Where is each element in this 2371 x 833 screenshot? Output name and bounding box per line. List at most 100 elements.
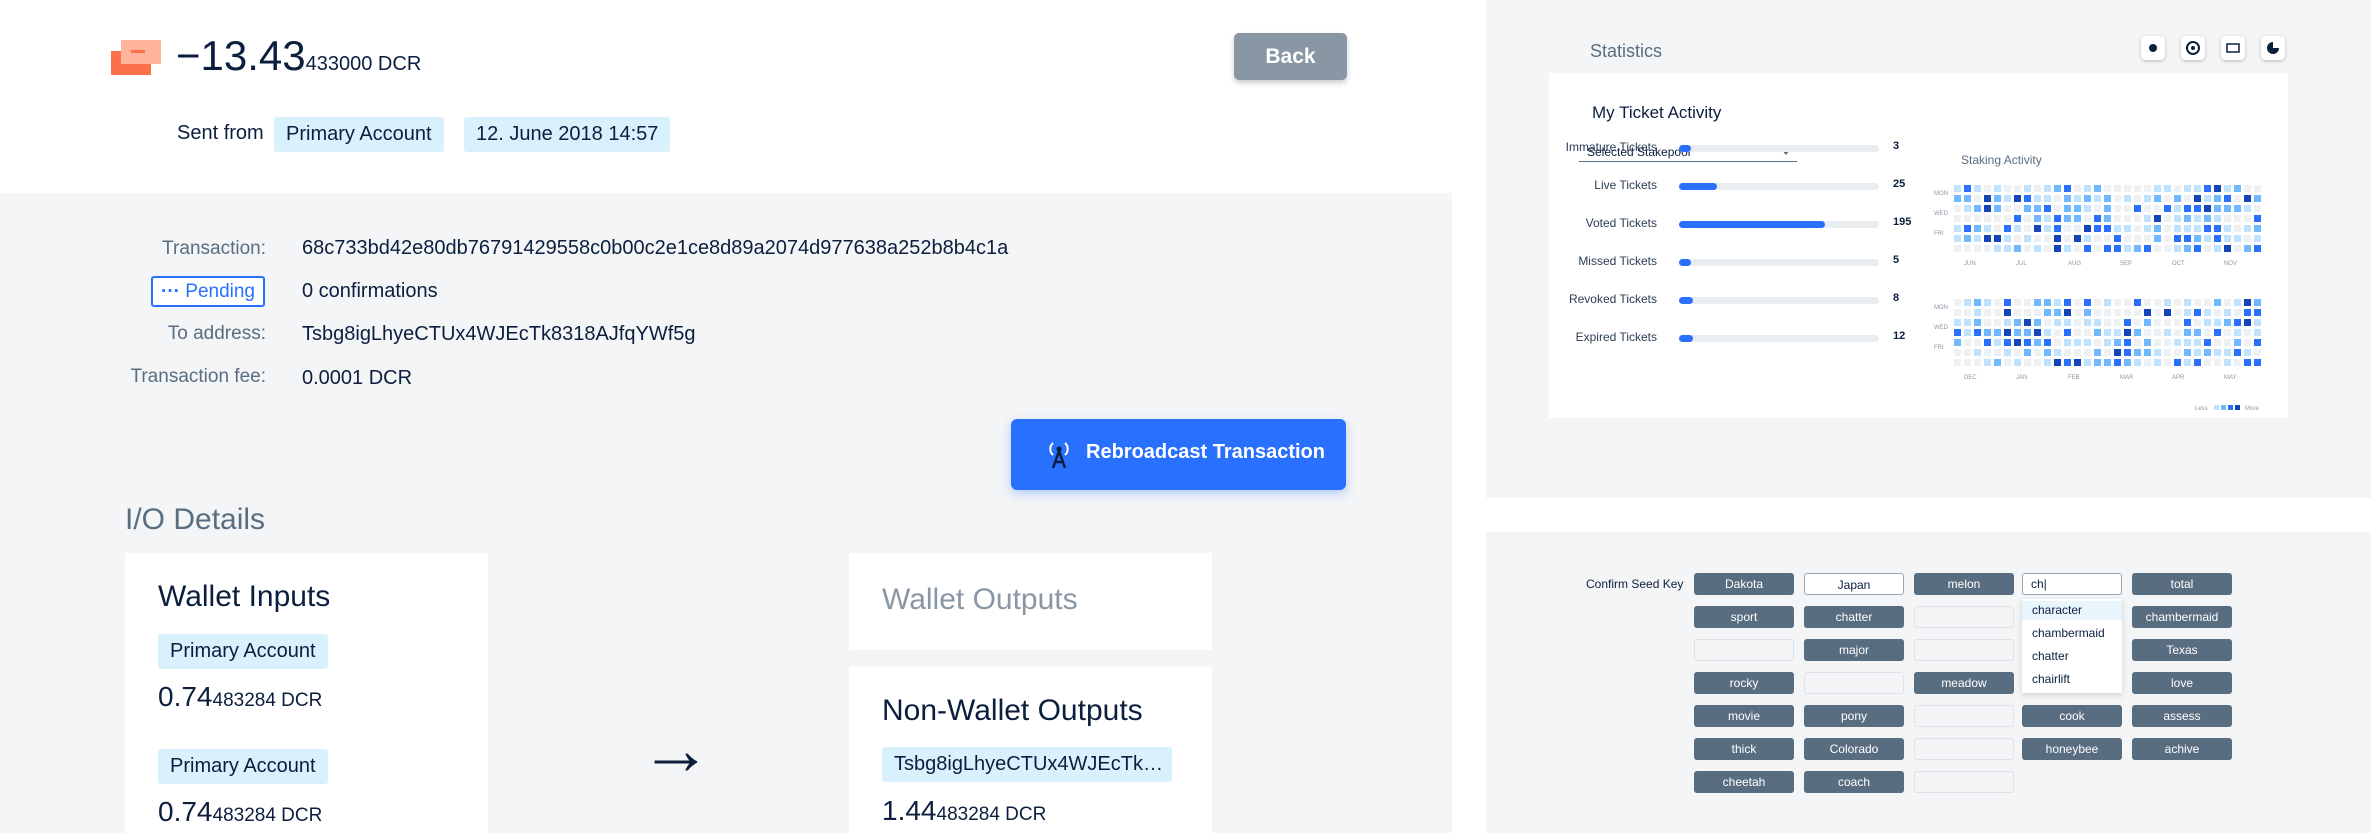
seed-word-chip[interactable]: cook (2022, 705, 2122, 727)
ticket-stat-value: 25 (1893, 178, 1906, 190)
heatmap-cell (2174, 349, 2181, 356)
heatmap-cell (2064, 349, 2071, 356)
heatmap-cell (2124, 215, 2131, 222)
seed-word-chip[interactable]: Japan (1804, 573, 1904, 595)
seed-word-chip[interactable]: thick (1694, 738, 1794, 760)
heatmap-cell (1984, 309, 1991, 316)
heatmap-cell (2254, 235, 2261, 242)
back-button[interactable]: Back (1234, 33, 1347, 80)
heatmap-month-label: JAN (2016, 375, 2027, 381)
heatmap-cell (1974, 245, 1981, 252)
dots-icon: ··· (161, 281, 180, 302)
seed-word-chip[interactable]: movie (1694, 705, 1794, 727)
seed-word-chip[interactable]: rocky (1694, 672, 1794, 694)
stakepool-icon[interactable] (2181, 36, 2205, 60)
ticket-stat-value: 12 (1893, 330, 1906, 342)
seed-word-chip[interactable]: coach (1804, 771, 1904, 793)
chart-icon[interactable] (2261, 36, 2285, 60)
seed-word-chip[interactable]: achive (2132, 738, 2232, 760)
heatmap-cell (2244, 349, 2251, 356)
ticket-stat-value: 5 (1893, 254, 1900, 266)
heatmap-cell (2104, 359, 2111, 366)
seed-word-empty-slot[interactable] (1914, 705, 2014, 727)
wallet-outputs-card: Wallet Outputs (849, 553, 1212, 650)
suggestion-item[interactable]: chairlift (2022, 670, 2122, 689)
suggestion-item[interactable]: chambermaid (2022, 624, 2122, 643)
heatmap-cell (2204, 309, 2211, 316)
heatmap-cell (2104, 329, 2111, 336)
to-address[interactable]: Tsbg8igLhyeCTUx4WJEcTk8318AJfqYWf5g (302, 323, 696, 346)
ticket-icon[interactable] (2141, 36, 2165, 60)
seed-word-chip[interactable]: pony (1804, 705, 1904, 727)
heatmap-cell (2254, 185, 2261, 192)
heatmap-cell (2174, 185, 2181, 192)
heatmap-day-label: WED (1934, 211, 1949, 217)
seed-word-chip[interactable]: Texas (2132, 639, 2232, 661)
heatmap-cell (2094, 215, 2101, 222)
seed-word-chip[interactable]: chatter (1804, 606, 1904, 628)
heatmap-cell (2154, 339, 2161, 346)
heatmap-cell (2204, 195, 2211, 202)
heatmap-cell (2054, 245, 2061, 252)
heatmap-cell (2034, 205, 2041, 212)
heatmap-cell (2174, 225, 2181, 232)
seed-word-chip[interactable]: major (1804, 639, 1904, 661)
seed-word-chip[interactable]: assess (2132, 705, 2232, 727)
seed-word-chip[interactable]: Dakota (1694, 573, 1794, 595)
seed-word-chip[interactable]: love (2132, 672, 2232, 694)
confirmations: 0 confirmations (302, 280, 438, 302)
heatmap-legend-more: More (2245, 406, 2259, 412)
heatmap-cell (2034, 329, 2041, 336)
seed-word-chip[interactable]: sport (1694, 606, 1794, 628)
heatmap-cell (2154, 225, 2161, 232)
heatmap-cell (1974, 309, 1981, 316)
heatmap-cell (1994, 359, 2001, 366)
seed-word-chip[interactable]: Colorado (1804, 738, 1904, 760)
suggestion-item[interactable]: chatter (2022, 647, 2122, 666)
heatmap-cell (2194, 309, 2201, 316)
heatmap-cell (2114, 245, 2121, 252)
heatmap-cell (2174, 359, 2181, 366)
rebroadcast-button[interactable]: Rebroadcast Transaction (1011, 419, 1346, 490)
tx-header: −13.43433000 DCR Sent from Primary Accou… (0, 0, 1452, 193)
heatmap-cell (2204, 205, 2211, 212)
heatmap-cell (2114, 319, 2121, 326)
seed-word-chip[interactable]: meadow (1914, 672, 2014, 694)
heatmap-cell (2114, 339, 2121, 346)
heatmap-cell (1984, 185, 1991, 192)
seed-word-chip[interactable]: melon (1914, 573, 2014, 595)
seed-word-input[interactable]: ch| (2022, 573, 2122, 595)
heatmap-cell (2074, 235, 2081, 242)
heatmap-cell (2084, 329, 2091, 336)
heatmap-day-label: MON (1934, 191, 1948, 197)
heatmap-cell (2014, 245, 2021, 252)
heatmap-cell (2004, 339, 2011, 346)
heatmap-cell (2224, 329, 2231, 336)
suggestion-item[interactable]: character (2022, 601, 2122, 620)
input-account-tag: Primary Account (158, 749, 328, 784)
seed-word-chip[interactable]: honeybee (2022, 738, 2122, 760)
seed-word-empty-slot[interactable] (1694, 639, 1794, 661)
heatmap-cell (2014, 359, 2021, 366)
seed-word-empty-slot[interactable] (1914, 738, 2014, 760)
seed-word-empty-slot[interactable] (1914, 771, 2014, 793)
seed-word-chip[interactable]: total (2132, 573, 2232, 595)
heatmap-cell (2024, 359, 2031, 366)
heatmap-cell (2064, 329, 2071, 336)
heatmap-day-label: FRI (1934, 345, 1944, 351)
seed-word-chip[interactable]: chambermaid (2132, 606, 2232, 628)
seed-word-empty-slot[interactable] (1914, 639, 2014, 661)
seed-word-empty-slot[interactable] (1804, 672, 1904, 694)
heatmap-cell (1964, 329, 1971, 336)
heatmap-cell (1984, 329, 1991, 336)
rebroadcast-label: Rebroadcast Transaction (1086, 441, 1325, 463)
seed-word-chip[interactable]: cheetah (1694, 771, 1794, 793)
ticket-stat-bar-track (1679, 335, 1879, 342)
seed-word-empty-slot[interactable] (1914, 606, 2014, 628)
heatmap-cell (2204, 299, 2211, 306)
heatmap-cell (2044, 215, 2051, 222)
seed-label: Confirm Seed Key (1586, 577, 1684, 591)
heatmap-cell (2124, 299, 2131, 306)
balance-icon[interactable] (2221, 36, 2245, 60)
transaction-hash[interactable]: 68c733bd42e80db76791429558c0b00c2e1ce8d8… (302, 237, 1008, 260)
